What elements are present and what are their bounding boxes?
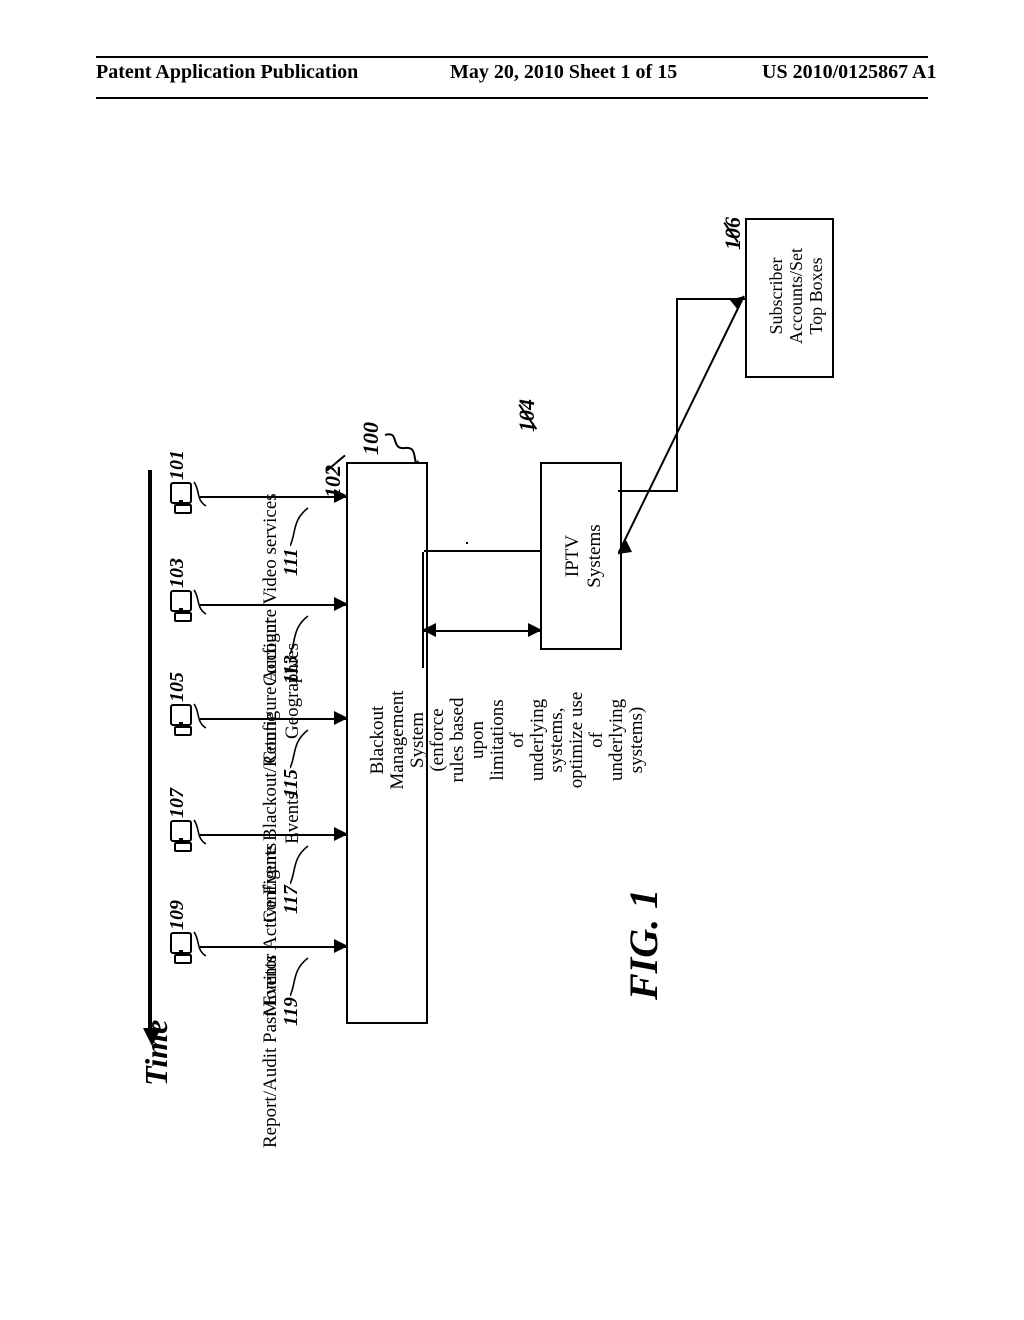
- link-bms-iptv: [422, 552, 424, 668]
- computer-icon: [170, 482, 192, 512]
- subscriber-label: Subscriber Accounts/Set Top Boxes: [767, 226, 826, 366]
- connector-bms-iptv: [424, 630, 540, 632]
- ref-109: 109: [166, 900, 189, 930]
- op4-arrow: [200, 834, 346, 836]
- header-rule-bottom: [96, 97, 928, 99]
- op3-arrowhead-icon: [334, 711, 348, 725]
- computer-icon: [170, 704, 192, 734]
- ref-105: 105: [166, 672, 189, 702]
- op5-arrowhead-icon: [334, 939, 348, 953]
- op5-label: Report/Audit Past Events: [260, 955, 282, 1148]
- patent-page: Patent Application Publication May 20, 2…: [0, 0, 1024, 1320]
- connector-iptv-sub: [618, 290, 758, 570]
- computer-icon: [170, 820, 192, 850]
- leader-107-icon: [192, 818, 212, 858]
- op5-arrow: [200, 946, 346, 948]
- leader-111-icon: [290, 504, 320, 554]
- leader-115-icon: [290, 726, 320, 776]
- header-rule-top: [96, 56, 928, 58]
- op1-arrowhead-icon: [334, 489, 348, 503]
- time-axis: [148, 470, 152, 1030]
- leader-117-icon: [290, 842, 320, 892]
- leader-101-icon: [192, 480, 212, 520]
- op1-arrow: [200, 496, 346, 498]
- computer-icon: [170, 932, 192, 962]
- figure-1-diagram: FIG. 1 100 Blackout Management System (e…: [140, 170, 900, 1070]
- leader-119-icon: [290, 954, 320, 1004]
- leader-103-icon: [192, 588, 212, 628]
- op4-arrowhead-icon: [334, 827, 348, 841]
- iptv-label: IPTV Systems: [562, 476, 606, 636]
- arrowhead-to-bms-icon: [422, 623, 436, 637]
- computer-icon: [170, 590, 192, 620]
- ref-107: 107: [166, 788, 189, 818]
- leader-109-icon: [192, 930, 212, 970]
- op2-arrowhead-icon: [334, 597, 348, 611]
- leader-105-icon: [192, 702, 212, 742]
- header-left: Patent Application Publication: [96, 61, 358, 84]
- header-right: US 2010/0125867 A1: [762, 61, 936, 84]
- op3-arrow: [200, 718, 346, 720]
- header-center: May 20, 2010 Sheet 1 of 15: [450, 61, 677, 84]
- time-label: Time: [138, 1020, 175, 1086]
- op2-arrow: [200, 604, 346, 606]
- ref-101: 101: [166, 450, 189, 480]
- ref-103: 103: [166, 558, 189, 588]
- arrowhead-to-iptv-icon: [528, 623, 542, 637]
- leader-113-icon: [290, 612, 320, 662]
